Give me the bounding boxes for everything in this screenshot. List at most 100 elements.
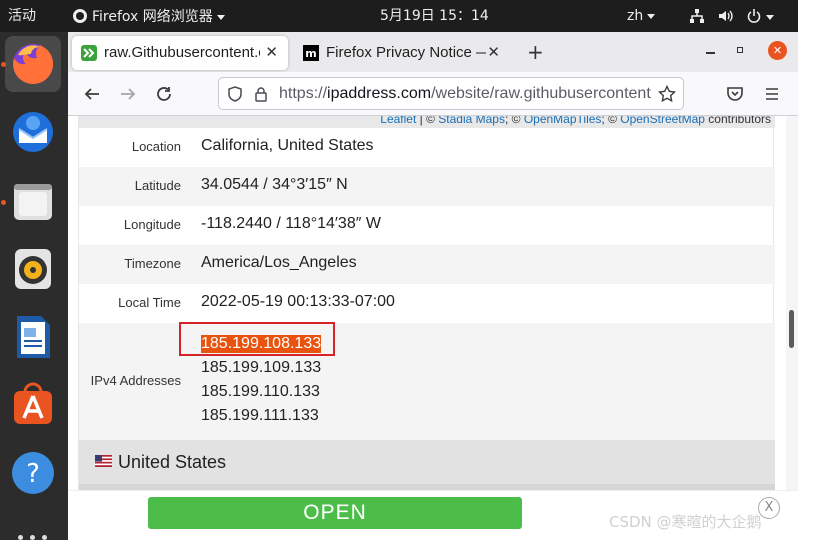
- input-method-label: zh: [627, 8, 644, 24]
- highlight-annotation-box: [179, 322, 335, 356]
- url-scheme: https://: [279, 85, 328, 102]
- input-method-menu[interactable]: zh: [627, 8, 656, 25]
- scrollbar-thumb[interactable]: [789, 310, 794, 348]
- dock-help[interactable]: ?: [5, 445, 61, 501]
- ipv4-address[interactable]: 185.199.111.133: [201, 407, 319, 425]
- dock: ?: [0, 32, 68, 540]
- running-indicator: [1, 200, 6, 205]
- stadia-maps-link[interactable]: Stadia Maps: [438, 116, 505, 126]
- writer-document-icon: [17, 316, 50, 358]
- ad-open-button[interactable]: OPEN: [148, 497, 522, 529]
- attribution-separator: | ©: [416, 116, 439, 126]
- local-time-row: Local Time 2022-05-19 00:13:33-07:00: [79, 284, 775, 323]
- system-status-menu[interactable]: [689, 8, 774, 26]
- ipv4-address[interactable]: 185.199.109.133: [201, 359, 321, 377]
- latitude-label: Latitude: [134, 178, 181, 193]
- minimize-window-icon[interactable]: [704, 42, 718, 56]
- timezone-row: Timezone America/Los_Angeles: [79, 245, 775, 284]
- shield-icon[interactable]: [227, 86, 243, 102]
- latitude-row: Latitude 34.0544 / 34°3′15″ N: [79, 167, 775, 206]
- running-indicator: [1, 62, 6, 67]
- green-arrows-favicon: [81, 45, 97, 61]
- folder-icon: [14, 184, 52, 220]
- tab-githubusercontent[interactable]: raw.Githubusercontent.c ✕: [72, 36, 288, 70]
- url-path: /website/raw.githubusercontent.com: [431, 85, 651, 102]
- ipv4-address[interactable]: 185.199.110.133: [201, 383, 320, 401]
- close-tab-icon[interactable]: ✕: [265, 43, 278, 61]
- timezone-value: America/Los_Angeles: [201, 254, 357, 271]
- show-applications-icon[interactable]: [18, 535, 48, 540]
- local-time-label: Local Time: [118, 295, 181, 310]
- clock[interactable]: 5月19日 15：14: [380, 8, 489, 25]
- url-domain: ipaddress.com: [327, 85, 432, 102]
- reload-icon[interactable]: [152, 82, 176, 106]
- longitude-label: Longitude: [123, 217, 181, 232]
- address-bar[interactable]: https://ipaddress.com/website/raw.github…: [218, 77, 684, 110]
- page-scrollbar[interactable]: [786, 116, 798, 490]
- chevron-down-icon: [647, 13, 656, 19]
- attribution-separator: ; ©: [504, 116, 524, 126]
- local-time-value: 2022-05-19 00:13:33-07:00: [201, 293, 395, 310]
- firefox-icon: [13, 43, 54, 84]
- close-window-icon[interactable]: ✕: [768, 41, 787, 60]
- attribution-separator: ; ©: [601, 116, 621, 126]
- help-icon: ?: [12, 452, 54, 494]
- us-flag-icon: [95, 455, 112, 467]
- timezone-label: Timezone: [124, 256, 181, 271]
- activities-button[interactable]: 活动: [8, 8, 36, 25]
- tab-firefox-privacy[interactable]: m Firefox Privacy Notice — ✕: [294, 36, 510, 70]
- svg-text:m: m: [305, 47, 316, 60]
- app-menu[interactable]: Firefox 网络浏览器: [72, 8, 225, 26]
- openstreetmap-link[interactable]: OpenStreetMap: [620, 116, 705, 126]
- location-label: Location: [131, 139, 181, 154]
- bookmark-star-icon[interactable]: [658, 85, 676, 103]
- network-icon: [690, 9, 704, 23]
- system-top-bar: 活动 Firefox 网络浏览器 5月19日 15：14 zh: [0, 0, 816, 32]
- mozilla-m-favicon: m: [303, 45, 319, 61]
- back-arrow-icon[interactable]: [80, 82, 104, 106]
- pocket-icon[interactable]: [723, 82, 747, 106]
- dock-thunderbird[interactable]: [5, 104, 61, 160]
- svg-text:?: ?: [26, 459, 40, 489]
- close-tab-icon[interactable]: ✕: [487, 43, 500, 61]
- window-edge: [798, 0, 816, 540]
- navigation-toolbar: https://ipaddress.com/website/raw.github…: [68, 72, 798, 116]
- location-value: California, United States: [201, 137, 374, 154]
- longitude-value: -118.2440 / 118°14′38″ W: [201, 215, 381, 232]
- country-section-header: United States: [79, 440, 775, 484]
- dock-ubuntu-software[interactable]: [5, 377, 61, 433]
- new-tab-icon[interactable]: +: [527, 40, 544, 64]
- attribution-suffix: contributors: [704, 116, 771, 126]
- firefox-small-icon: [73, 9, 87, 23]
- power-icon: [747, 9, 761, 23]
- speaker-icon: [15, 249, 51, 289]
- dock-libreoffice-writer[interactable]: [5, 309, 61, 365]
- lock-icon[interactable]: [253, 86, 269, 102]
- dock-rhythmbox[interactable]: [5, 241, 61, 297]
- longitude-row: Longitude -118.2440 / 118°14′38″ W: [79, 206, 775, 245]
- thunderbird-icon: [13, 112, 53, 152]
- leaflet-link[interactable]: Leaflet: [380, 116, 416, 126]
- url-text[interactable]: https://ipaddress.com/website/raw.github…: [279, 85, 651, 103]
- chevron-down-icon: [765, 14, 774, 20]
- location-row: Location California, United States: [79, 128, 775, 167]
- tab-title: Firefox Privacy Notice —: [326, 44, 486, 61]
- dock-firefox[interactable]: [5, 36, 61, 92]
- software-store-icon: [14, 382, 52, 424]
- map-attribution: Leaflet | © Stadia Maps; © OpenMapTiles;…: [79, 116, 775, 128]
- page-viewport[interactable]: Leaflet | © Stadia Maps; © OpenMapTiles;…: [68, 116, 786, 540]
- ip-details-card: Leaflet | © Stadia Maps; © OpenMapTiles;…: [78, 116, 775, 540]
- maximize-window-icon[interactable]: [734, 43, 746, 55]
- csdn-watermark: CSDN @寒暄的大企鹅: [609, 513, 762, 531]
- openmaptiles-link[interactable]: OpenMapTiles: [524, 116, 602, 126]
- forward-arrow-icon[interactable]: [116, 82, 140, 106]
- volume-icon: [719, 10, 734, 22]
- chevron-down-icon: [216, 14, 225, 20]
- hamburger-menu-icon[interactable]: [760, 82, 784, 106]
- dock-files[interactable]: [5, 173, 61, 229]
- ipv4-label: IPv4 Addresses: [90, 373, 181, 388]
- country-name: United States: [118, 452, 227, 472]
- tab-bar: raw.Githubusercontent.c ✕ m Firefox Priv…: [68, 32, 798, 72]
- app-menu-label: Firefox 网络浏览器: [92, 9, 213, 25]
- latitude-value: 34.0544 / 34°3′15″ N: [201, 176, 348, 193]
